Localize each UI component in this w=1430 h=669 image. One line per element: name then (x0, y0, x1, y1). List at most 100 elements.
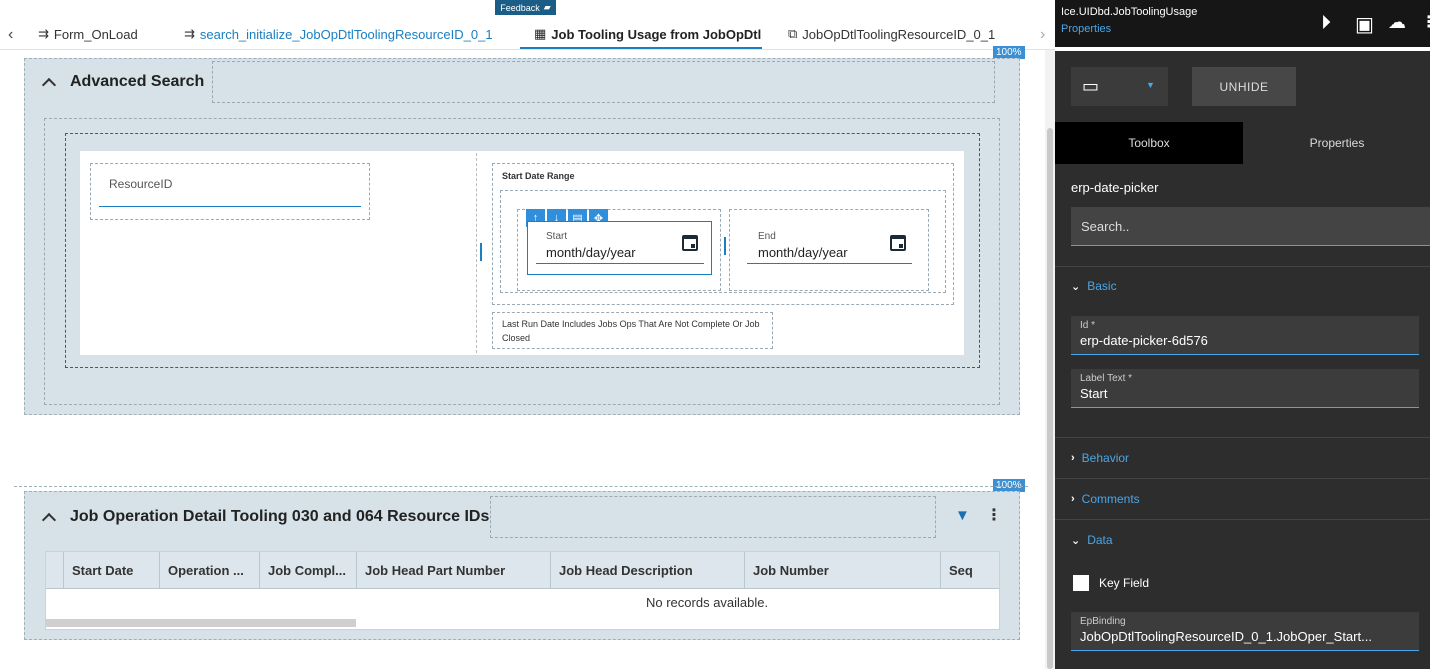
empty-state-text: No records available. (646, 595, 769, 610)
play-icon[interactable]: ⏵ (1321, 12, 1343, 34)
property-search-input[interactable]: Search.. (1071, 207, 1430, 246)
filter-icon[interactable]: ▼ (955, 507, 970, 524)
feedback-button[interactable]: Feedback ▰ (495, 0, 556, 15)
tab-toolbox[interactable]: Toolbox (1055, 122, 1243, 164)
key-field-checkbox[interactable] (1073, 575, 1089, 591)
chevron-up-icon[interactable] (41, 77, 57, 92)
tab-bar: ‹ Feedback ▰ ⇉ Form_OnLoad ⇉ search_init… (0, 0, 1055, 50)
start-date-input[interactable]: month/day/year (546, 245, 636, 260)
section-divider (1055, 519, 1430, 520)
id-label: Id * (1080, 320, 1096, 331)
section-label: Data (1087, 533, 1113, 547)
tab-search-initialize[interactable]: ⇉ search_initialize_JobOpDtlToolingResou… (184, 26, 493, 42)
device-select[interactable]: ▭ ▼ (1071, 67, 1168, 106)
tab-label: Form_OnLoad (53, 26, 138, 42)
header-drop-zone (212, 61, 995, 103)
start-date-label: Start (546, 231, 568, 242)
chevron-down-icon: ▼ (1146, 80, 1155, 90)
section-divider (1055, 437, 1430, 438)
grid-header: Start Date Operation ... Job Compl... Jo… (46, 552, 999, 589)
resource-id-input[interactable] (99, 206, 361, 207)
selected-component-name: erp-date-picker (1071, 180, 1159, 195)
chevron-right-icon: › (1071, 452, 1075, 464)
table-icon: ▦ (534, 26, 547, 41)
save-icon[interactable]: ▣ (1355, 12, 1377, 36)
calendar-icon[interactable] (682, 235, 698, 251)
chat-icon: ▰ (543, 2, 551, 12)
event-icon: ⇉ (184, 26, 195, 41)
feedback-label: Feedback (500, 2, 540, 13)
upload-cloud-icon[interactable]: ☁ (1388, 12, 1410, 34)
dataview-icon: ⧉ (788, 26, 798, 41)
section-label: Basic (1087, 279, 1117, 293)
section-label: Comments (1081, 492, 1140, 506)
tab-job-tooling-usage[interactable]: ▦ Job Tooling Usage from JobOpDtl (534, 26, 761, 42)
end-date-underline (747, 263, 912, 264)
column-part-number[interactable]: Job Head Part Number (356, 552, 550, 589)
last-run-note: Last Run Date Includes Jobs Ops That Are… (502, 319, 760, 343)
panel-top-divider (14, 486, 1028, 487)
panel-header: Ice.UIDbd.JobToolingUsage Properties ⏵ ▣… (1055, 0, 1430, 47)
header-drop-zone (490, 496, 936, 538)
panel-tabs: Toolbox Properties (1055, 122, 1430, 164)
label-text-field[interactable]: Label Text * Start (1071, 369, 1419, 408)
ep-binding-label: EpBinding (1080, 616, 1126, 627)
tab-properties[interactable]: Properties (1243, 122, 1430, 164)
ep-binding-field[interactable]: EpBinding JobOpDtlToolingResourceID_0_1.… (1071, 612, 1419, 651)
properties-panel: Ice.UIDbd.JobToolingUsage Properties ⏵ ▣… (1055, 0, 1430, 669)
drop-indicator-left (480, 243, 482, 261)
laptop-icon: ▭ (1082, 76, 1100, 96)
id-value: erp-date-picker-6d576 (1080, 333, 1208, 348)
tab-label: Job Tooling Usage from JobOpDtl (551, 26, 762, 42)
label-text-value: Start (1080, 386, 1108, 401)
ep-binding-value: JobOpDtlToolingResourceID_0_1.JobOper_St… (1080, 629, 1372, 644)
start-date-underline (536, 263, 704, 264)
event-icon: ⇉ (38, 26, 49, 41)
column-job-number[interactable]: Job Number (744, 552, 940, 589)
job-operation-header[interactable]: Job Operation Detail Tooling 030 and 064… (41, 508, 490, 527)
column-description[interactable]: Job Head Description (550, 552, 744, 589)
section-label: Behavior (1081, 451, 1130, 465)
active-tab-indicator (520, 47, 762, 49)
properties-link[interactable]: Properties (1061, 23, 1111, 35)
key-field-label: Key Field (1099, 576, 1150, 590)
tab-scroll-right-icon[interactable]: › (1040, 26, 1045, 44)
tab-resource-dataview[interactable]: ⧉ JobOpDtlToolingResourceID_0_1 (788, 26, 995, 42)
column-operation[interactable]: Operation ... (159, 552, 259, 589)
calendar-icon[interactable] (890, 235, 906, 251)
resource-id-label: ResourceID (109, 177, 173, 191)
end-date-input[interactable]: month/day/year (758, 245, 848, 260)
tab-scroll-left-icon[interactable]: ‹ (8, 26, 13, 44)
header-divider (1055, 47, 1430, 51)
more-options-icon[interactable]: ⋮ (1421, 12, 1430, 34)
section-comments[interactable]: › Comments (1071, 492, 1140, 506)
job-operation-grid: Start Date Operation ... Job Compl... Jo… (45, 551, 1000, 630)
column-seq[interactable]: Seq (940, 552, 999, 589)
column-job-complete[interactable]: Job Compl... (259, 552, 356, 589)
advanced-search-header[interactable]: Advanced Search (41, 73, 204, 92)
end-date-label: End (758, 231, 776, 242)
section-basic[interactable]: ⌄ Basic (1071, 279, 1117, 293)
column-start-date[interactable]: Start Date (63, 552, 159, 589)
section-divider (1055, 478, 1430, 479)
grid-horizontal-scrollbar[interactable] (46, 619, 356, 627)
label-text-label: Label Text * (1080, 373, 1133, 384)
date-range-title: Start Date Range (502, 171, 575, 181)
section-divider (1055, 266, 1430, 267)
id-field[interactable]: Id * erp-date-picker-6d576 (1071, 316, 1419, 355)
more-options-icon[interactable]: ⋮ (986, 505, 1002, 525)
resource-field-container (90, 163, 370, 220)
panel-title: Job Operation Detail Tooling 030 and 064… (70, 508, 490, 525)
section-behavior[interactable]: › Behavior (1071, 451, 1129, 465)
tab-label: search_initialize_JobOpDtlToolingResourc… (199, 26, 493, 42)
unhide-button[interactable]: UNHIDE (1192, 67, 1296, 106)
tab-form-onload[interactable]: ⇉ Form_OnLoad (38, 26, 138, 42)
chevron-up-icon[interactable] (41, 512, 57, 527)
canvas-scrollbar-thumb[interactable] (1047, 128, 1053, 669)
drop-indicator-mid (724, 237, 726, 255)
column-divider (476, 153, 477, 353)
chevron-down-icon: ⌄ (1071, 280, 1081, 293)
chevron-right-icon: › (1071, 493, 1075, 505)
chevron-down-icon: ⌄ (1071, 534, 1081, 547)
section-data[interactable]: ⌄ Data (1071, 533, 1113, 547)
